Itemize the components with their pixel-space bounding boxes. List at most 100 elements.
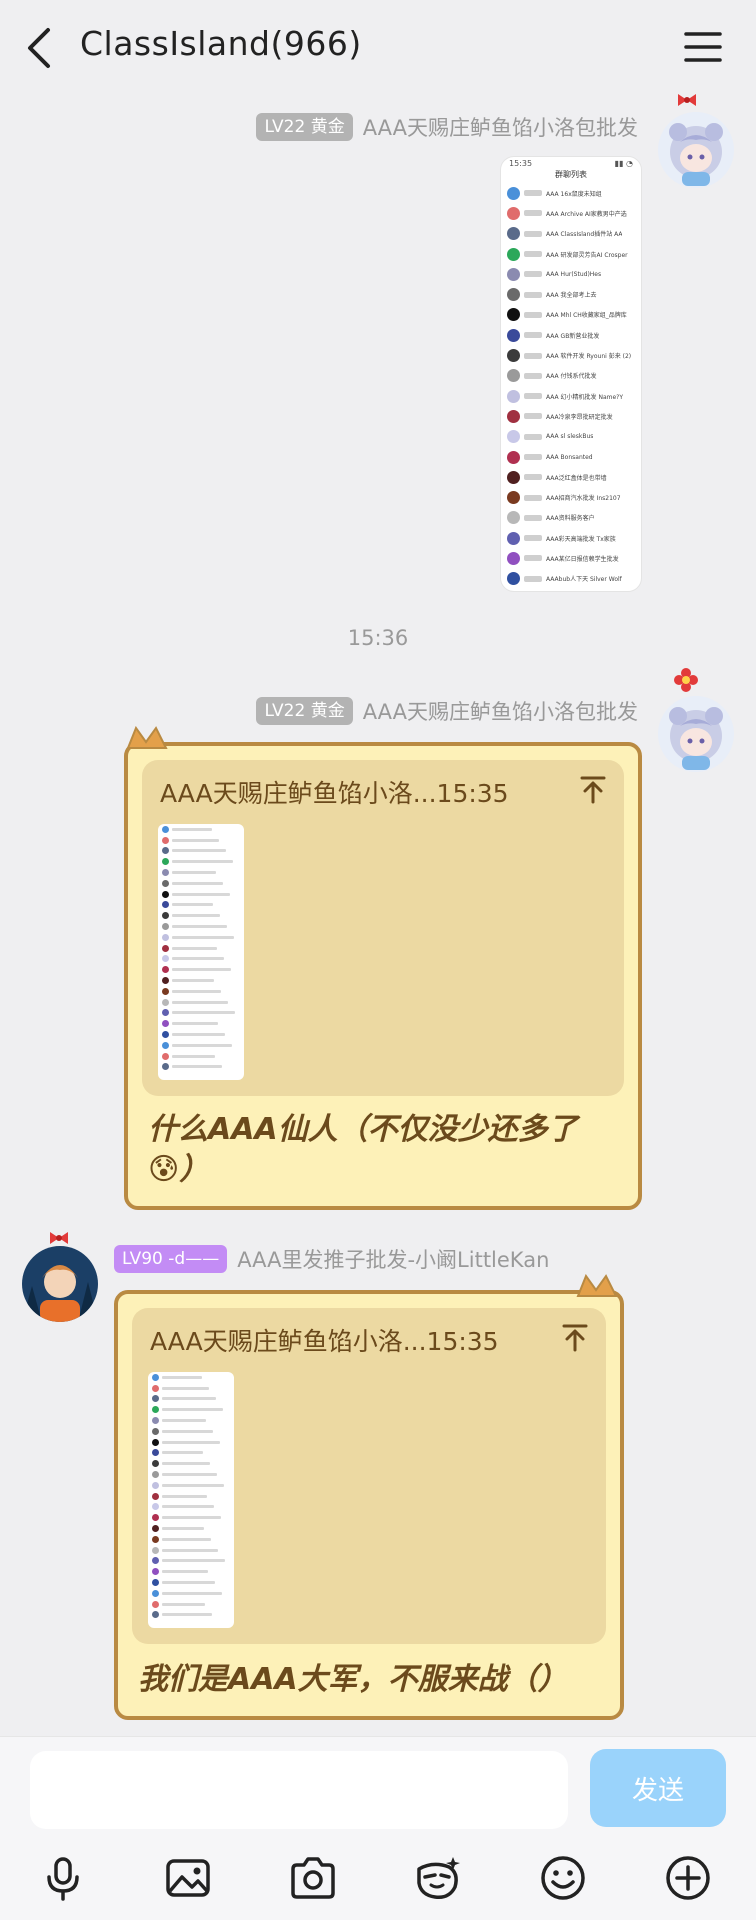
group-avatar-icon <box>152 1471 159 1479</box>
thumbnail-list-item <box>148 1383 234 1394</box>
text-line <box>162 1527 204 1531</box>
text-line <box>172 925 227 929</box>
group-tag <box>524 575 542 582</box>
thumbnail-list-item <box>148 1480 234 1491</box>
message-input[interactable] <box>30 1751 568 1829</box>
avatar[interactable] <box>658 696 734 772</box>
avatar[interactable] <box>658 112 734 188</box>
text-line <box>172 871 216 875</box>
group-name: AAA GB新营业批发 <box>546 332 600 340</box>
text-line <box>162 1548 218 1552</box>
text-line <box>172 1043 232 1047</box>
thumbnail-list-item <box>158 932 244 943</box>
thumbnail-list-item <box>158 835 244 846</box>
group-avatar-icon <box>162 1063 169 1071</box>
quoted-message[interactable]: AAA天赐庄鲈鱼馅小洛...15:35 <box>132 1308 606 1644</box>
text-line <box>162 1408 223 1412</box>
screenshot-list-item: AAA ClassIsland插件站 AA <box>501 224 641 244</box>
group-avatar-icon <box>152 1427 159 1435</box>
screenshot-list-item: AAA 16x鼠度未知组 <box>501 183 641 203</box>
thumbnail-list-item <box>148 1556 234 1567</box>
screenshot-list-item: AAA 研发部灵芳告AI Crosper <box>501 244 641 264</box>
group-avatar-icon <box>152 1514 159 1522</box>
thumbnail-list-item <box>158 867 244 878</box>
text-line <box>162 1516 221 1520</box>
group-avatar-icon <box>162 825 169 833</box>
group-avatar-icon <box>162 1041 169 1049</box>
jump-to-top-icon[interactable] <box>580 776 606 804</box>
group-name: AAAbub人下天 Silver Wolf <box>546 576 622 584</box>
thumbnail-list-item <box>158 1062 244 1073</box>
plus-icon[interactable] <box>663 1853 713 1903</box>
group-avatar-icon <box>507 430 520 444</box>
group-avatar-icon <box>507 247 520 261</box>
flower-icon <box>674 668 698 692</box>
screenshot-list-item: AAA冷泉李昂批研定批发 <box>501 406 641 426</box>
group-tag <box>524 190 542 197</box>
group-avatar-icon <box>162 933 169 941</box>
microphone-icon[interactable] <box>38 1853 88 1903</box>
thumbnail-list-item <box>158 878 244 889</box>
sender-name[interactable]: AAA里发推子批发-小阚LittleKan <box>237 1244 549 1274</box>
thumbnail-list-item <box>158 986 244 997</box>
message-list[interactable]: LV22 黄金 AAA天赐庄鲈鱼馅小洛包批发 15:35 ▮▮ ◔ 群聊列表 AA… <box>0 94 756 1736</box>
message-bubble[interactable]: AAA天赐庄鲈鱼馅小洛...15:35 什么AAA仙人（不仅没少还多了😰） <box>124 726 642 1210</box>
screenshot-list-item: AAA Bonsanted <box>501 447 641 467</box>
screenshot-group-list: AAA 16x鼠度未知组 AAA Archive AI家教男中产选 AAA Clas… <box>501 183 641 589</box>
text-line <box>172 827 212 831</box>
camera-icon[interactable] <box>288 1853 338 1903</box>
screenshot-list-item: AAA sl sleskBus <box>501 427 641 447</box>
image-message[interactable]: 15:35 ▮▮ ◔ 群聊列表 AAA 16x鼠度未知组 AAA Archive A… <box>500 156 642 592</box>
group-name: AAA Mhl CH收藏家组_品牌库 <box>546 312 627 320</box>
back-arrow-icon[interactable] <box>22 26 62 70</box>
text-line <box>162 1462 210 1466</box>
avatar[interactable] <box>22 1246 98 1322</box>
sticker-icon[interactable] <box>413 1853 463 1903</box>
text-line <box>162 1397 216 1401</box>
group-avatar-icon <box>507 288 520 302</box>
quoted-message[interactable]: AAA天赐庄鲈鱼馅小洛...15:35 <box>142 760 624 1096</box>
group-avatar-icon <box>162 977 169 985</box>
message-bubble[interactable]: AAA天赐庄鲈鱼馅小洛...15:35 我们是AAA大军，不服来战（） <box>114 1274 624 1720</box>
group-avatar-icon <box>507 531 520 545</box>
message-meta: LV90 -d—— AAA里发推子批发-小阚LittleKan <box>114 1244 549 1274</box>
thumbnail-list-item <box>148 1448 234 1459</box>
image-icon[interactable] <box>163 1853 213 1903</box>
level-badge: LV22 黄金 <box>256 113 353 141</box>
send-button[interactable]: 发送 <box>590 1749 726 1827</box>
group-tag <box>524 535 542 542</box>
quoted-image-thumbnail[interactable] <box>148 1372 234 1628</box>
text-line <box>162 1581 215 1585</box>
group-avatar-icon <box>507 511 520 525</box>
input-toolbar <box>0 1853 756 1909</box>
text-line <box>162 1559 225 1563</box>
group-tag <box>524 494 542 501</box>
sender-name[interactable]: AAA天赐庄鲈鱼馅小洛包批发 <box>363 696 638 726</box>
quoted-image-thumbnail[interactable] <box>158 824 244 1080</box>
jump-to-top-icon[interactable] <box>562 1324 588 1352</box>
group-avatar-icon <box>162 944 169 952</box>
group-avatar-icon <box>507 349 520 363</box>
text-line <box>172 1065 222 1069</box>
group-avatar-icon <box>152 1417 159 1425</box>
boy-avatar-icon <box>22 1246 98 1322</box>
group-avatar-icon <box>507 186 520 200</box>
sender-name[interactable]: AAA天赐庄鲈鱼馅小洛包批发 <box>363 112 638 142</box>
text-line <box>172 1033 225 1037</box>
screenshot-list-item: AAA 软件开发 Ryouni 彭来 (2) <box>501 345 641 365</box>
level-badge: LV22 黄金 <box>256 697 353 725</box>
emoji-icon[interactable] <box>538 1853 588 1903</box>
timestamp: 15:36 <box>347 626 409 650</box>
group-avatar-icon <box>162 901 169 909</box>
group-tag <box>524 555 542 562</box>
text-line <box>162 1537 211 1541</box>
group-tag <box>524 514 542 521</box>
group-avatar-icon <box>507 491 520 505</box>
text-line <box>172 989 221 993</box>
menu-icon[interactable] <box>684 30 722 64</box>
group-name: AAA 16x鼠度未知组 <box>546 190 602 198</box>
thumbnail-list-item <box>158 1040 244 1051</box>
thumbnail-list-item <box>148 1588 234 1599</box>
thumbnail-list-item <box>158 997 244 1008</box>
thumbnail-list-item <box>148 1523 234 1534</box>
